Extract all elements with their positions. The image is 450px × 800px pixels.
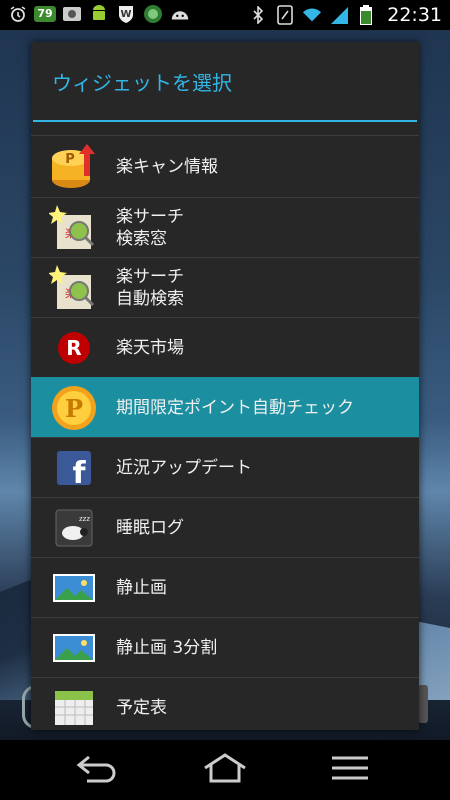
widget-label: 静止画: [116, 577, 167, 598]
sleep-sheep-icon: zzz: [49, 503, 99, 553]
widget-item-sleep-log[interactable]: zzz 睡眠ログ: [31, 497, 419, 557]
widget-item-point-check[interactable]: P 期間限定ポイント自動チェック: [31, 377, 419, 437]
widget-label: 近況アップデート: [116, 457, 252, 478]
menu-lines-icon: [330, 754, 370, 786]
android-robot-icon: [170, 4, 190, 24]
status-clock: 22:31: [387, 4, 442, 26]
widget-label-line-1: 楽サーチ: [116, 206, 184, 227]
widget-item-facebook[interactable]: f 近況アップデート: [31, 437, 419, 497]
widget-label: 静止画 3分割: [116, 637, 218, 658]
svg-text:P: P: [65, 394, 83, 423]
battery-percent-badge: 79: [34, 4, 56, 24]
bluetooth-icon: [248, 5, 268, 25]
widget-label: 睡眠ログ: [116, 517, 184, 538]
svg-text:W: W: [120, 9, 131, 20]
widget-item-rakucan[interactable]: P 楽キャン情報: [31, 135, 419, 197]
widget-label: 楽キャン情報: [116, 156, 218, 177]
picture-icon: [49, 563, 99, 613]
calendar-icon: [49, 683, 99, 731]
status-bar: 79 W 22:31: [0, 0, 450, 30]
nfc-icon: [275, 5, 295, 25]
rakusearch-icon: 楽: [49, 263, 99, 313]
widget-item-still-image-3[interactable]: 静止画 3分割: [31, 617, 419, 677]
menu-button[interactable]: [320, 752, 380, 788]
widget-picker-dialog: ウィジェットを選択 P 楽キャン情報 楽サーチ 検索窓 楽サーチ 自動検索 R …: [31, 42, 419, 730]
home-icon: [201, 752, 249, 788]
widget-item-rakusearch-auto[interactable]: 楽 楽サーチ 自動検索: [31, 257, 419, 317]
alarm-clock-icon: [8, 4, 28, 24]
rakuten-r-icon: R: [49, 323, 99, 373]
widget-label: 予定表: [116, 697, 167, 718]
battery-icon: [356, 5, 376, 25]
widget-item-rakuten-ichiba[interactable]: R 楽天市場: [31, 317, 419, 377]
svg-text:f: f: [72, 456, 86, 491]
photo-app-icon: [62, 4, 82, 24]
widget-item-schedule[interactable]: 予定表: [31, 677, 419, 730]
point-coin-icon: P: [49, 383, 99, 433]
back-arrow-icon: [75, 753, 119, 787]
svg-text:R: R: [66, 336, 81, 360]
widget-list[interactable]: P 楽キャン情報 楽 楽サーチ 検索窓: [31, 135, 419, 730]
widget-label-line-2: 検索窓: [116, 228, 167, 249]
wifi-icon: [302, 5, 322, 25]
widget-item-rakusearch-box[interactable]: 楽 楽サーチ 検索窓: [31, 197, 419, 257]
dock-edge-right: [418, 685, 428, 723]
widget-label: 期間限定ポイント自動チェック: [116, 397, 354, 418]
facebook-icon: f: [49, 443, 99, 493]
android-usb-icon: [89, 4, 109, 24]
widget-label: 楽天市場: [116, 337, 184, 358]
back-button[interactable]: [67, 752, 127, 788]
rakuten-point-box-icon: P: [49, 142, 99, 192]
signal-strength-icon: [329, 5, 349, 25]
dialog-title: ウィジェットを選択: [52, 70, 232, 95]
svg-text:zzz: zzz: [79, 515, 90, 523]
widget-label-line-1: 楽サーチ: [116, 266, 184, 287]
widget-label-line-2: 自動検索: [116, 288, 184, 309]
eco-app-icon: [143, 4, 163, 24]
svg-text:P: P: [65, 152, 75, 167]
navigation-bar: [0, 740, 450, 800]
rakusearch-icon: 楽: [49, 203, 99, 253]
title-divider: [33, 120, 417, 122]
home-button[interactable]: [195, 752, 255, 788]
shield-app-icon: W: [116, 4, 136, 24]
picture-icon: [49, 623, 99, 673]
widget-item-still-image[interactable]: 静止画: [31, 557, 419, 617]
